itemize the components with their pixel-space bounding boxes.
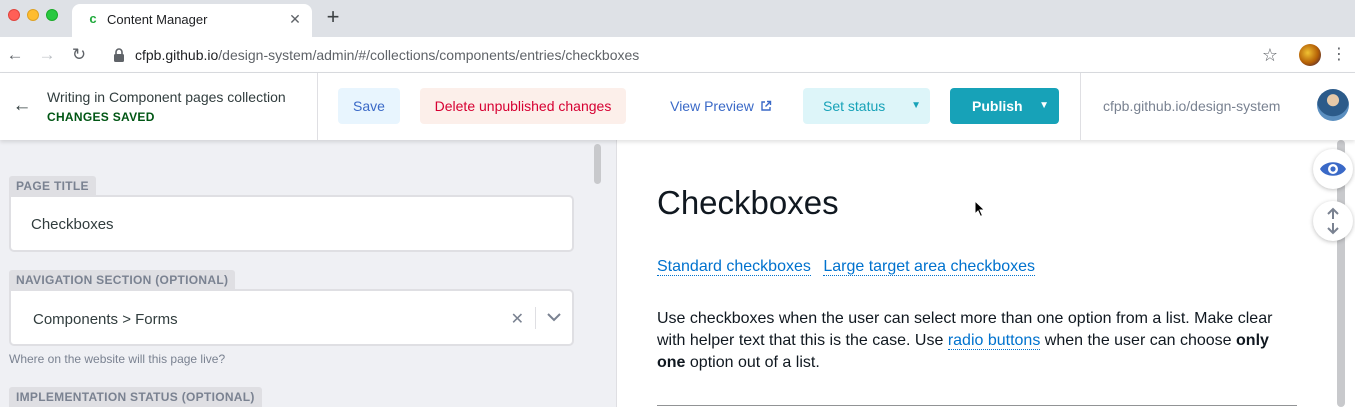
sync-scroll-button[interactable] — [1313, 201, 1353, 241]
page-title-input[interactable]: Checkboxes — [9, 195, 574, 252]
browser-toolbar: ← → ↻ cfpb.github.io/design-system/admin… — [0, 37, 1355, 73]
browser-tab-strip: c Content Manager ✕ + — [0, 0, 1355, 37]
publish-label: Publish — [972, 98, 1023, 114]
navigation-section-value: Components > Forms — [33, 311, 178, 328]
toggle-preview-button[interactable] — [1313, 149, 1353, 189]
preview-anchor-links: Standard checkboxes Large target area ch… — [657, 258, 1043, 276]
caret-down-icon: ▼ — [911, 100, 921, 111]
bookmark-star-icon[interactable]: ☆ — [1259, 44, 1281, 66]
favicon-icon: c — [89, 11, 97, 26]
body-text: option out of a list. — [685, 354, 820, 371]
address-bar[interactable]: cfpb.github.io/design-system/admin/#/col… — [135, 47, 639, 63]
forward-arrow-icon[interactable]: → — [36, 44, 58, 66]
reload-icon[interactable]: ↻ — [68, 44, 90, 66]
browser-menu-icon[interactable]: ⋮ — [1331, 44, 1347, 66]
lock-icon — [114, 48, 124, 62]
save-status: CHANGES SAVED — [47, 110, 155, 124]
mouse-cursor-icon — [974, 200, 986, 218]
view-preview-label: View Preview — [670, 98, 754, 114]
publish-dropdown[interactable]: Publish ▼ — [950, 88, 1059, 124]
minimize-window-button[interactable] — [27, 9, 39, 21]
set-status-dropdown[interactable]: Set status ▼ — [803, 88, 930, 124]
navigation-section-hint: Where on the website will this page live… — [9, 352, 226, 366]
back-arrow-icon[interactable]: ← — [4, 44, 26, 66]
preview-body-text: Use checkboxes when the user can select … — [657, 308, 1297, 374]
url-host: cfpb.github.io — [135, 47, 219, 63]
close-window-button[interactable] — [8, 9, 20, 21]
set-status-label: Set status — [823, 98, 886, 114]
tab-title: Content Manager — [107, 12, 208, 27]
page-title-value: Checkboxes — [31, 216, 114, 233]
divider — [535, 307, 536, 329]
page-title-label: PAGE TITLE — [9, 176, 96, 196]
clear-selection-icon[interactable]: ✕ — [511, 309, 524, 329]
radio-buttons-link[interactable]: radio buttons — [947, 332, 1041, 350]
caret-down-icon: ▼ — [1039, 100, 1049, 111]
body-text: when the user can choose — [1040, 332, 1237, 349]
form-pane: PAGE TITLE Checkboxes NAVIGATION SECTION… — [0, 140, 590, 407]
close-icon[interactable]: ✕ — [286, 10, 304, 28]
navigation-section-label: NAVIGATION SECTION (OPTIONAL) — [9, 270, 236, 290]
divider — [317, 73, 318, 140]
sync-scroll-icon — [1327, 207, 1339, 235]
url-path: /design-system/admin/#/collections/compo… — [218, 47, 640, 63]
preview-title: Checkboxes — [657, 184, 839, 221]
large-target-checkboxes-link[interactable]: Large target area checkboxes — [823, 258, 1036, 276]
standard-checkboxes-link[interactable]: Standard checkboxes — [657, 258, 811, 276]
collection-title: Writing in Component pages collection — [47, 89, 286, 105]
external-link-icon — [761, 100, 772, 111]
divider — [1080, 73, 1081, 140]
editor-toolbar: ← Writing in Component pages collection … — [0, 73, 1355, 140]
eye-icon — [1320, 162, 1346, 176]
user-avatar[interactable] — [1317, 89, 1349, 121]
chevron-down-icon[interactable] — [546, 311, 562, 323]
editor-body: PAGE TITLE Checkboxes NAVIGATION SECTION… — [0, 140, 1355, 407]
new-tab-button[interactable]: + — [322, 6, 344, 29]
site-url-link[interactable]: cfpb.github.io/design-system — [1103, 98, 1280, 114]
delete-unpublished-button[interactable]: Delete unpublished changes — [420, 88, 626, 124]
browser-tab[interactable]: c Content Manager ✕ — [72, 4, 312, 37]
implementation-status-label: IMPLEMENTATION STATUS (OPTIONAL) — [9, 387, 262, 407]
divider — [657, 405, 1297, 406]
form-scrollbar-thumb[interactable] — [594, 144, 601, 184]
save-button[interactable]: Save — [338, 88, 400, 124]
back-to-collection-icon[interactable]: ← — [12, 96, 32, 116]
maximize-window-button[interactable] — [46, 9, 58, 21]
profile-avatar[interactable] — [1299, 44, 1321, 66]
navigation-section-select[interactable]: Components > Forms ✕ — [9, 289, 574, 346]
preview-pane: Checkboxes Standard checkboxes Large tar… — [616, 140, 1355, 407]
view-preview-link[interactable]: View Preview — [660, 88, 782, 124]
